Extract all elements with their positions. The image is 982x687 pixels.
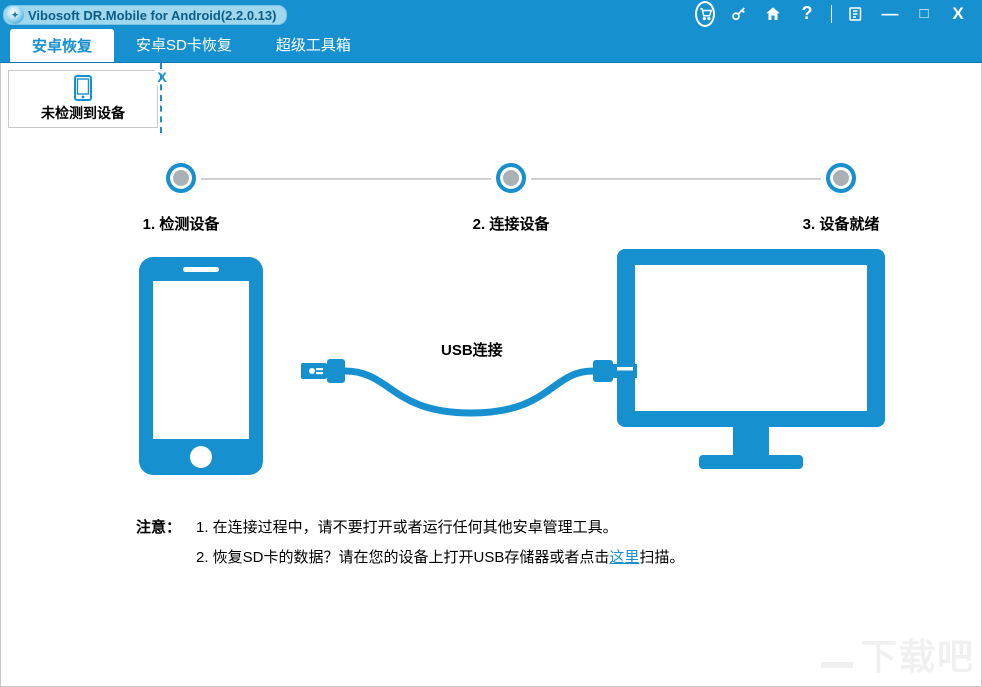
step-circle-icon [166, 163, 196, 193]
step-connector [201, 178, 491, 180]
device-chip-label: 未检测到设备 [41, 103, 125, 123]
illustration: USB连接 [131, 253, 891, 503]
phone-icon [131, 253, 271, 483]
separator [831, 5, 832, 23]
titlebar-right: ? — □ X [695, 0, 982, 27]
device-chip-divider [160, 63, 162, 133]
notes-heading: 注意： [136, 513, 196, 543]
help-icon[interactable]: ? [797, 4, 817, 24]
step-connector [531, 178, 821, 180]
minimize-button[interactable]: — [880, 4, 900, 24]
step-3-label: 3. 设备就绪 [803, 213, 880, 234]
scan-here-link[interactable]: 这里 [609, 549, 639, 566]
feedback-icon[interactable] [846, 4, 866, 24]
app-window: ✦ Vibosoft DR.Mobile for Android(2.2.0.1… [0, 0, 982, 687]
tab-android-recovery[interactable]: 安卓恢复 [10, 29, 114, 62]
usb-cable-icon [301, 355, 641, 425]
content-area: 未检测到设备 X 1. 检测设备 2. 连接设备 3. 设备就绪 [0, 63, 982, 687]
step-1-label: 1. 检测设备 [143, 213, 220, 234]
tab-label: 超级工具箱 [276, 34, 351, 55]
key-icon[interactable] [729, 4, 749, 24]
step-1: 1. 检测设备 [121, 163, 241, 234]
watermark-text: 下载吧 [861, 628, 975, 680]
notes-line2-prefix: 2. 恢复SD卡的数据？请在您的设备上打开USB存储器或者点击 [196, 549, 609, 566]
steps-row: 1. 检测设备 2. 连接设备 3. 设备就绪 [121, 163, 901, 234]
step-circle-icon [496, 163, 526, 193]
maximize-button[interactable]: □ [914, 5, 934, 22]
tab-super-toolbox[interactable]: 超级工具箱 [254, 27, 373, 62]
step-2-label: 2. 连接设备 [473, 213, 550, 234]
notes-line1: 1. 在连接过程中，请不要打开或者运行任何其他安卓管理工具。 [196, 513, 618, 543]
device-chip-close[interactable]: X [155, 70, 169, 86]
close-button[interactable]: X [948, 4, 968, 24]
notes-line2: 2. 恢复SD卡的数据？请在您的设备上打开USB存储器或者点击这里扫描。 [196, 543, 684, 573]
phone-small-icon [74, 75, 92, 101]
app-title: Vibosoft DR.Mobile for Android(2.2.0.13) [28, 8, 276, 23]
notes-line2-suffix: 扫描。 [639, 549, 684, 566]
step-circle-icon [826, 163, 856, 193]
home-icon[interactable] [763, 4, 783, 24]
step-3: 3. 设备就绪 [781, 163, 901, 234]
tab-label: 安卓恢复 [32, 35, 92, 56]
watermark: 下载吧 [817, 628, 975, 680]
notes: 注意： 1. 在连接过程中，请不要打开或者运行任何其他安卓管理工具。 2. 恢复… [136, 513, 684, 573]
tabbar: 安卓恢复 安卓SD卡恢复 超级工具箱 [0, 27, 982, 63]
step-2: 2. 连接设备 [451, 163, 571, 234]
tab-sd-recovery[interactable]: 安卓SD卡恢复 [114, 27, 254, 62]
titlebar-left: ✦ Vibosoft DR.Mobile for Android(2.2.0.1… [3, 5, 287, 25]
device-chip[interactable]: 未检测到设备 X [8, 70, 158, 128]
app-logo-icon: ✦ [6, 6, 24, 24]
tab-label: 安卓SD卡恢复 [136, 34, 232, 55]
cart-icon[interactable] [695, 4, 715, 24]
monitor-icon [611, 243, 891, 483]
titlebar: ✦ Vibosoft DR.Mobile for Android(2.2.0.1… [0, 0, 982, 27]
